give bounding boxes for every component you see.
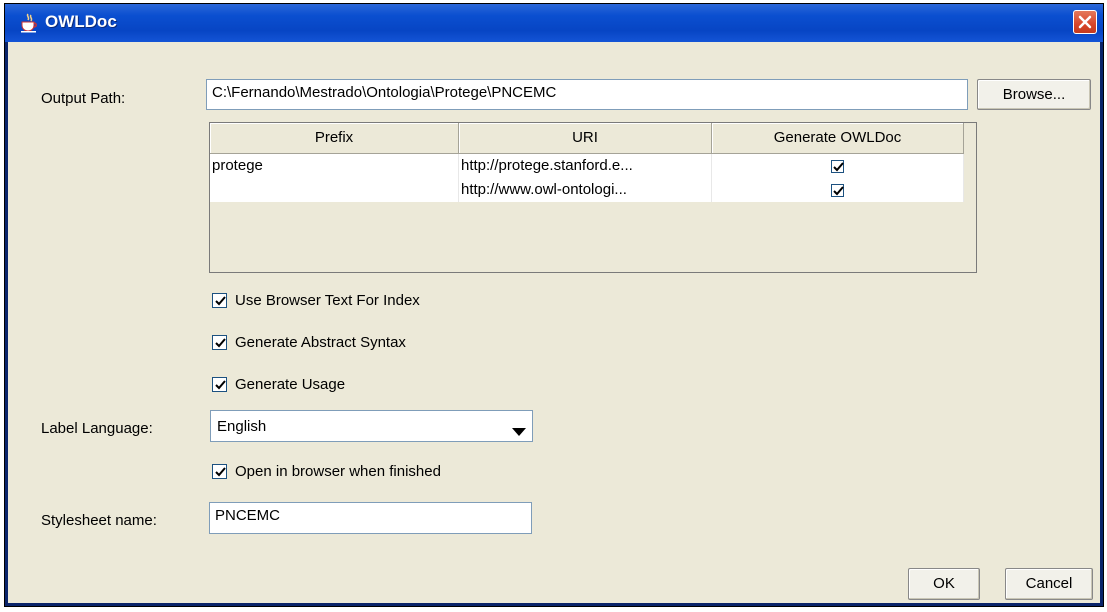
- cell-uri[interactable]: http://protege.stanford.e...: [459, 154, 712, 178]
- abstract-syntax-label: Generate Abstract Syntax: [235, 334, 406, 351]
- cell-generate[interactable]: [712, 154, 964, 178]
- generate-checkbox[interactable]: [831, 159, 844, 173]
- ok-button[interactable]: OK: [908, 568, 980, 600]
- stylesheet-name-input[interactable]: PNCEMC: [209, 502, 532, 534]
- label-language-select[interactable]: English: [210, 410, 533, 442]
- open-browser-label: Open in browser when finished: [235, 463, 441, 480]
- abstract-syntax-option[interactable]: Generate Abstract Syntax: [212, 334, 406, 351]
- close-button[interactable]: [1073, 10, 1097, 34]
- close-icon: [1078, 15, 1092, 29]
- table-row[interactable]: http://www.owl-ontologi...: [210, 178, 964, 202]
- checkmark-icon: [215, 467, 226, 477]
- java-cup-icon: [19, 13, 39, 33]
- checkmark-icon: [215, 338, 226, 348]
- use-browser-text-checkbox[interactable]: [212, 293, 227, 308]
- stylesheet-name-label: Stylesheet name:: [41, 512, 157, 529]
- usage-label: Generate Usage: [235, 376, 346, 393]
- open-browser-checkbox[interactable]: [212, 464, 227, 479]
- checkmark-icon: [215, 296, 226, 306]
- use-browser-text-label: Use Browser Text For Index: [235, 292, 420, 309]
- output-path-input[interactable]: C:\Fernando\Mestrado\Ontologia\Protege\P…: [206, 79, 968, 110]
- checkmark-icon: [215, 380, 226, 390]
- use-browser-text-option[interactable]: Use Browser Text For Index: [212, 292, 420, 309]
- browse-button[interactable]: Browse...: [977, 79, 1091, 110]
- column-header-generate[interactable]: Generate OWLDoc: [712, 123, 964, 154]
- generate-checkbox[interactable]: [831, 183, 844, 197]
- checkmark-icon: [833, 185, 844, 196]
- cell-prefix[interactable]: [210, 178, 459, 202]
- cell-uri[interactable]: http://www.owl-ontologi...: [459, 178, 712, 202]
- cancel-button[interactable]: Cancel: [1005, 568, 1093, 600]
- title-bar[interactable]: OWLDoc: [5, 4, 1103, 42]
- open-browser-option[interactable]: Open in browser when finished: [212, 463, 441, 480]
- label-language-label: Label Language:: [41, 420, 153, 437]
- owldoc-dialog: OWLDoc Output Path: C:\Fernando\Mestrado…: [4, 3, 1104, 607]
- cell-prefix[interactable]: protege: [210, 154, 459, 178]
- usage-option[interactable]: Generate Usage: [212, 376, 345, 393]
- chevron-down-icon[interactable]: [512, 423, 526, 440]
- table-header: Prefix URI Generate OWLDoc: [210, 123, 964, 154]
- namespace-table: Prefix URI Generate OWLDoc protege http:…: [209, 122, 977, 273]
- cell-generate[interactable]: [712, 178, 964, 202]
- label-language-value: English: [217, 418, 267, 435]
- abstract-syntax-checkbox[interactable]: [212, 335, 227, 350]
- window-title: OWLDoc: [45, 12, 117, 31]
- checkmark-icon: [833, 161, 844, 172]
- output-path-label: Output Path:: [41, 90, 126, 107]
- table-row[interactable]: protege http://protege.stanford.e...: [210, 154, 964, 178]
- usage-checkbox[interactable]: [212, 377, 227, 392]
- dialog-content: Output Path: C:\Fernando\Mestrado\Ontolo…: [8, 42, 1100, 603]
- column-header-uri[interactable]: URI: [459, 123, 712, 154]
- column-header-prefix[interactable]: Prefix: [210, 123, 459, 154]
